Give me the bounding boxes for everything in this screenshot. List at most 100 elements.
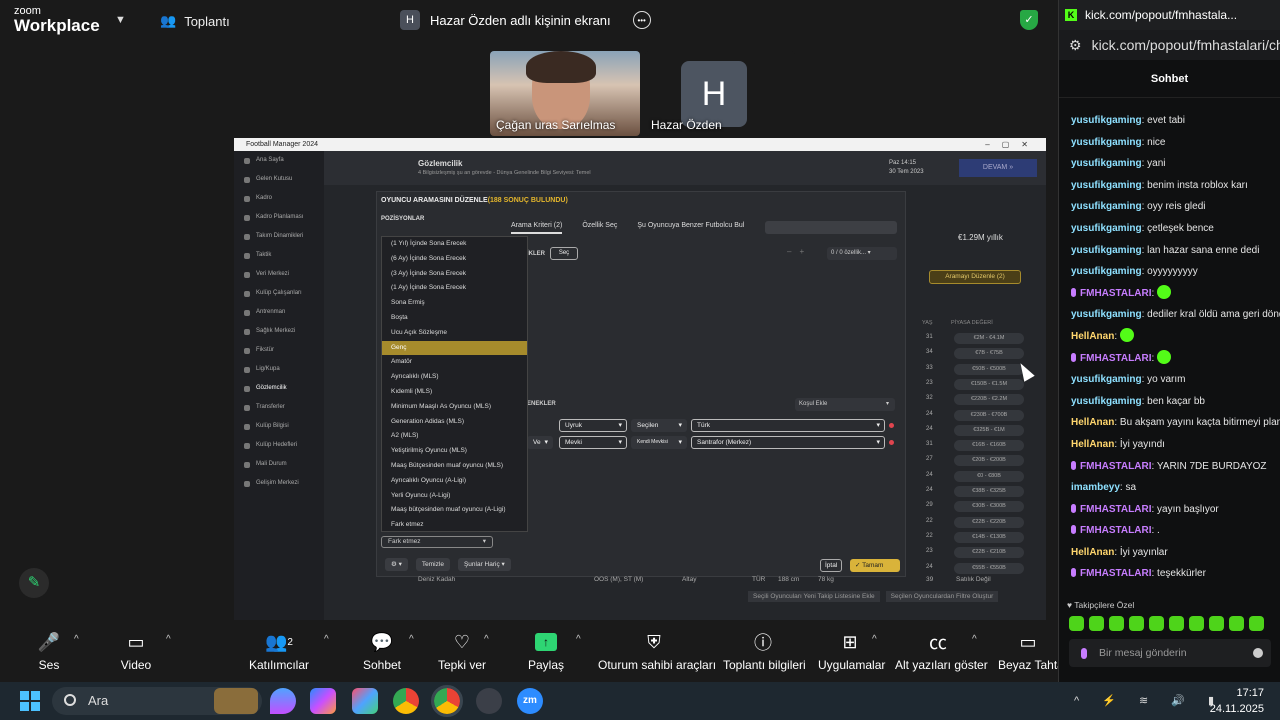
- system-tray[interactable]: ^ ⚡ ≋ 🔊 ▮: [1074, 694, 1224, 707]
- sidebar-item[interactable]: Sağlık Merkezi: [234, 322, 324, 341]
- chat-username[interactable]: FMHASTALARI: [1080, 568, 1151, 579]
- share-button[interactable]: ↑ Paylaş: [527, 628, 565, 672]
- sidebar-item[interactable]: Kadro: [234, 189, 324, 208]
- pen-icon[interactable]: ✎: [19, 568, 49, 598]
- emote-icon[interactable]: [1109, 616, 1124, 631]
- more-options-icon[interactable]: •••: [632, 11, 651, 29]
- emote-icon[interactable]: [1189, 616, 1204, 631]
- tab-search-criteria[interactable]: Arama Kriteri (2): [511, 222, 563, 234]
- chat-button[interactable]: 💬 Sohbet: [362, 628, 402, 673]
- sidebar-item[interactable]: Lig/Kupa: [234, 360, 324, 379]
- host-tools-button[interactable]: ⛨ Oturum sahibi araçları: [598, 628, 716, 673]
- similar-player-input[interactable]: [765, 221, 897, 234]
- participant-video[interactable]: H Hazar Özden: [645, 51, 795, 136]
- dropdown-option[interactable]: A2 (MLS): [382, 429, 527, 444]
- sidebar-item[interactable]: Veri Merkezi: [234, 265, 324, 284]
- dropdown-option[interactable]: Kıdemli (MLS): [382, 385, 527, 400]
- emote-icon[interactable]: [1169, 616, 1184, 631]
- chevron-up-icon[interactable]: ^: [484, 634, 489, 645]
- video-button[interactable]: ▭ Video: [115, 628, 157, 673]
- chat-username[interactable]: yusufikgaming: [1071, 396, 1142, 407]
- dropdown-option[interactable]: Boşta: [382, 311, 527, 326]
- emote-icon[interactable]: [1149, 616, 1164, 631]
- shield-icon[interactable]: ✓: [1020, 10, 1038, 30]
- add-to-shortlist-button[interactable]: Seçili Oyuncuları Yeni Takip Listesine E…: [748, 591, 880, 602]
- criteria-field-select[interactable]: Uyruk: [559, 419, 627, 432]
- dropdown-option[interactable]: Sona Ermiş: [382, 296, 527, 311]
- chat-username[interactable]: yusufikgaming: [1071, 266, 1142, 277]
- chat-message[interactable]: yusufikgaming: ben kaçar bb: [1071, 391, 1280, 413]
- dropdown-option[interactable]: (3 Ay) İçinde Sona Erecek: [382, 267, 527, 282]
- player-row[interactable]: Deniz Kadah OOS (M), ST (M) Altay TÜR 18…: [324, 576, 1046, 588]
- chat-message[interactable]: HellAnan: Bu akşam yayını kaçta bitirmey…: [1071, 412, 1280, 434]
- chat-username[interactable]: FMHASTALARI: [1080, 504, 1151, 515]
- dropdown-option[interactable]: Minimum Maaşlı As Oyuncu (MLS): [382, 400, 527, 415]
- chat-username[interactable]: HellAnan: [1071, 331, 1114, 342]
- chat-username[interactable]: HellAnan: [1071, 547, 1114, 558]
- sidebar-item[interactable]: Kulüp Bilgisi: [234, 417, 324, 436]
- chat-message[interactable]: FMHASTALARI:: [1071, 283, 1280, 305]
- chrome-active-icon[interactable]: [431, 685, 463, 717]
- tab-select-attribute[interactable]: Özellik Seç: [582, 222, 617, 234]
- exclude-button[interactable]: Şunlar Hariç ▾: [457, 558, 511, 571]
- criteria-operator-select[interactable]: Kendi Mevkisi: [631, 436, 687, 449]
- chat-message[interactable]: HellAnan: İyi yayınlar: [1071, 542, 1280, 564]
- emoji-icon[interactable]: [1253, 648, 1263, 658]
- chat-username[interactable]: FMHASTALARI: [1080, 461, 1151, 472]
- dropdown-option[interactable]: Ayrıcalıklı Oyuncu (A-Ligi): [382, 474, 527, 489]
- chat-message[interactable]: HellAnan:: [1071, 326, 1280, 348]
- continue-button[interactable]: DEVAM »: [959, 159, 1037, 177]
- chat-message[interactable]: imambeyy: sa: [1071, 477, 1280, 499]
- participants-button[interactable]: 👥 2 Katılımcılar: [248, 628, 310, 673]
- audio-button[interactable]: 🎤 Ses: [30, 628, 68, 673]
- remove-icon[interactable]: [889, 440, 894, 445]
- stepper-buttons[interactable]: –+: [787, 247, 812, 256]
- zoom-app-icon[interactable]: zm: [517, 688, 543, 714]
- dropdown-option[interactable]: (1 Yıl) İçinde Sona Erecek: [382, 237, 527, 252]
- chat-message[interactable]: yusufikgaming: dediler kral öldü ama ger…: [1071, 304, 1280, 326]
- chevron-up-icon[interactable]: ^: [74, 634, 79, 645]
- dropdown-option[interactable]: (6 Ay) İçinde Sona Erecek: [382, 252, 527, 267]
- paint-icon[interactable]: [270, 688, 296, 714]
- emote-icon[interactable]: [1069, 616, 1084, 631]
- browser-tab[interactable]: K kick.com/popout/fmhastala...: [1059, 0, 1280, 30]
- dropdown-option[interactable]: Amatör: [382, 355, 527, 370]
- add-condition-select[interactable]: Koşul Ekle ▾: [795, 398, 895, 411]
- chat-username[interactable]: yusufikgaming: [1071, 223, 1142, 234]
- emote-icon[interactable]: [1089, 616, 1104, 631]
- chat-username[interactable]: FMHASTALARI: [1080, 353, 1151, 364]
- sidebar-item[interactable]: Gözlemcilik: [234, 379, 324, 398]
- chat-username[interactable]: HellAnan: [1071, 439, 1114, 450]
- features-select[interactable]: 0 / 0 özellik... ▾: [827, 247, 897, 260]
- chat-message[interactable]: yusufikgaming: nice: [1071, 132, 1280, 154]
- dropdown-option[interactable]: Ayrıcalıklı (MLS): [382, 370, 527, 385]
- sidebar-item[interactable]: Fikstür: [234, 341, 324, 360]
- settings-button[interactable]: ⚙ ▾: [385, 558, 408, 571]
- sidebar-item[interactable]: Kulüp Çalışanları: [234, 284, 324, 303]
- copilot-icon[interactable]: [310, 688, 336, 714]
- chat-message[interactable]: yusufikgaming: yani: [1071, 153, 1280, 175]
- sidebar-item[interactable]: Gelişim Merkezi: [234, 474, 324, 493]
- dropdown-option[interactable]: Generation Adidas (MLS): [382, 415, 527, 430]
- remove-icon[interactable]: [889, 423, 894, 428]
- chevron-up-icon[interactable]: ^: [872, 634, 877, 645]
- chat-message[interactable]: yusufikgaming: yo varım: [1071, 369, 1280, 391]
- chat-username[interactable]: FMHASTALARI: [1080, 288, 1151, 299]
- connector-select[interactable]: Ve: [527, 436, 553, 449]
- chat-message[interactable]: yusufikgaming: oyy reis gledi: [1071, 196, 1280, 218]
- criteria-value-select[interactable]: Santrafor (Merkez): [691, 436, 885, 449]
- chat-message[interactable]: FMHASTALARI:: [1071, 348, 1280, 370]
- dropdown-option[interactable]: Ucu Açık Sözleşme: [382, 326, 527, 341]
- chat-username[interactable]: yusufikgaming: [1071, 158, 1142, 169]
- window-controls[interactable]: –▢✕: [985, 138, 1040, 151]
- chat-message[interactable]: FMHASTALARI: teşekkürler: [1071, 563, 1280, 585]
- emote-icon[interactable]: [1129, 616, 1144, 631]
- site-settings-icon[interactable]: ⚙: [1069, 37, 1082, 54]
- chat-message[interactable]: FMHASTALARI: yayın başlıyor: [1071, 499, 1280, 521]
- create-filter-button[interactable]: Seçilen Oyunculardan Filtre Oluştur: [885, 591, 999, 602]
- clear-button[interactable]: Temizle: [415, 558, 450, 571]
- dropdown-option[interactable]: Genç: [382, 340, 527, 356]
- dropdown-option[interactable]: Maaş bütçesinden muaf oyuncu (A-Ligi): [382, 503, 527, 518]
- cancel-button[interactable]: İptal: [820, 559, 843, 572]
- edit-search-button[interactable]: Aramayı Düzenle (2): [929, 270, 1021, 284]
